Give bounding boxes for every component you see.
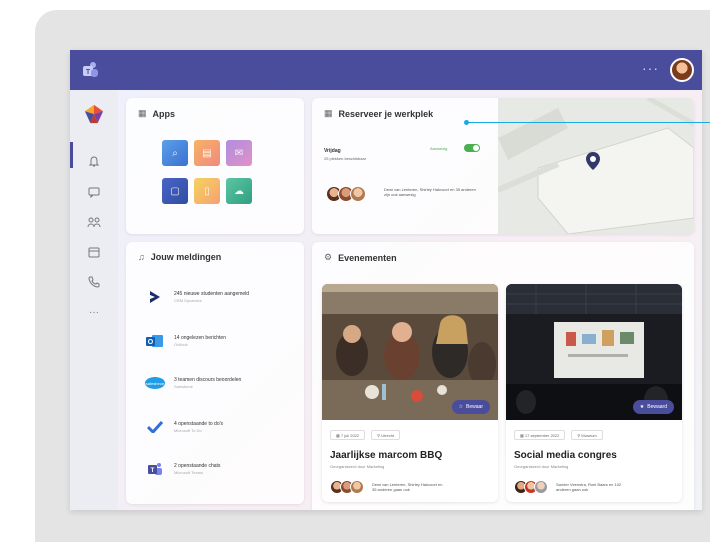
dashboard: ▦ Apps ⌕ ▤ ✉ ▢ ▯ ☁ ▦ Reserveer je werkpl…	[118, 90, 702, 510]
office-map[interactable]	[496, 98, 694, 234]
avatar	[534, 480, 548, 494]
dynamics-icon	[144, 288, 166, 306]
attendees-text: Dewi van Lenteren, Shirley Hakvoort en 3…	[372, 482, 443, 492]
event-date: ▦ 17 september 2022	[514, 430, 566, 440]
title-bar: T ···	[70, 50, 702, 90]
saved-event-button[interactable]: ★ Bewaard	[632, 400, 674, 414]
attendees-text: Sander Veenstra, Roel Baars en 102 ander…	[556, 482, 622, 492]
app-tile-note-icon[interactable]: ▯	[194, 178, 220, 204]
events-gear-icon: ⚙	[324, 252, 333, 262]
app-tile-attachment-icon[interactable]: ⌕	[162, 140, 188, 166]
event-location: ⚲ Museum	[571, 430, 603, 440]
notification-source: Microsoft Teams	[174, 470, 204, 475]
event-title: Social media congres	[514, 450, 617, 461]
salesforce-icon: salesforce	[144, 374, 166, 392]
app-tile-cloud-icon[interactable]: ☁	[226, 178, 252, 204]
bell-icon: ♫	[138, 252, 145, 262]
chat-icon[interactable]	[84, 182, 104, 202]
callout-line	[467, 122, 710, 123]
calls-phone-icon[interactable]	[84, 272, 104, 292]
notification-text: 4 openstaande to do's	[174, 421, 224, 427]
notification-item[interactable]: 4 openstaande to do's Microsoft To Do	[144, 418, 223, 436]
reserve-workspace-card: ▦ Reserveer je werkplek Vrijdag 25 plekk…	[312, 98, 694, 234]
events-title: Evenementen	[338, 252, 397, 263]
app-tile-calendar-icon[interactable]: ▢	[162, 178, 188, 204]
event-date: ▦ 7 juli 2022	[330, 430, 366, 440]
apps-card: ▦ Apps ⌕ ▤ ✉ ▢ ▯ ☁	[126, 98, 304, 234]
app-tile-mail-icon[interactable]: ✉	[226, 140, 252, 166]
notification-item[interactable]: T 2 openstaande chats Microsoft Teams	[144, 460, 220, 478]
notification-source: Microsoft To Do	[174, 428, 202, 433]
event-organizer: Georganiseerd door Marketing	[330, 464, 385, 469]
event-organizer: Georganiseerd door Marketing	[514, 464, 569, 469]
teams-window: T ··· ··· ▦ Apps ⌕ ▤ ✉ ▢ ▯ ☁ ▦ Reserveer…	[70, 50, 702, 510]
svg-text:T: T	[151, 468, 155, 474]
event-location: ⚲ Utrecht	[371, 430, 401, 440]
svg-text:salesforce: salesforce	[146, 381, 165, 386]
notification-source: Salesforce	[174, 384, 193, 389]
svg-text:O: O	[148, 339, 154, 346]
event-card[interactable]: ☆ Bewaar ▦ 7 juli 2022 ⚲ Utrecht Jaarlij…	[322, 284, 498, 502]
avatar	[350, 186, 366, 202]
toggle-label: Aanwezig	[430, 146, 448, 151]
star-filled-icon: ★	[639, 404, 645, 410]
colleagues-text: Dewi van Lenteren, Shirley Hakvoort en 3…	[384, 187, 476, 197]
more-options-icon[interactable]: ···	[642, 60, 659, 76]
app-rail: ···	[70, 90, 118, 510]
notifications-card: ♫ Jouw meldingen 245 nieuwe studenten aa…	[126, 242, 304, 504]
notification-item[interactable]: salesforce 3 teamen discours beoordelen …	[144, 374, 241, 392]
notification-source: CRM Dynamics	[174, 298, 202, 303]
activity-bell-icon[interactable]	[84, 152, 104, 172]
notification-item[interactable]: 245 nieuwe studenten aangemeld CRM Dynam…	[144, 288, 249, 306]
events-card: ⚙ Evenementen ☆ Bewaar ▦ 7 juli 2022 ⚲ U…	[312, 242, 694, 510]
notification-source: Outlook	[174, 342, 188, 347]
notification-text: 245 nieuwe studenten aangemeld	[174, 291, 250, 297]
event-title: Jaarlijkse marcom BBQ	[330, 450, 443, 461]
notification-text: 2 openstaande chats	[174, 463, 221, 469]
notification-item[interactable]: O 14 ongelezen berichten Outlook	[144, 332, 226, 350]
teams-icon[interactable]	[84, 212, 104, 232]
save-event-button[interactable]: ☆ Bewaar	[451, 400, 490, 414]
todo-check-icon	[144, 418, 166, 436]
app-tile-document-icon[interactable]: ▤	[194, 140, 220, 166]
calendar-icon[interactable]	[84, 242, 104, 262]
apps-grid-icon: ▦	[138, 108, 147, 118]
notification-text: 3 teamen discours beoordelen	[174, 377, 242, 383]
colleague-avatars	[326, 186, 366, 202]
more-apps-icon[interactable]: ···	[84, 302, 104, 322]
event-card[interactable]: ★ Bewaard ▦ 17 september 2022 ⚲ Museum S…	[506, 284, 682, 502]
avatar	[350, 480, 364, 494]
reserve-day: Vrijdag	[324, 148, 341, 154]
teams-app-icon: T	[144, 460, 166, 478]
reserve-title: Reserveer je werkplek	[338, 108, 434, 119]
notification-text: 14 ongelezen berichten	[174, 335, 226, 341]
location-pin-icon[interactable]	[586, 152, 600, 170]
svg-text:T: T	[86, 69, 91, 76]
apps-title: Apps	[152, 108, 176, 119]
active-indicator	[70, 142, 73, 168]
star-icon: ☆	[458, 404, 464, 410]
reserve-places: 25 plekken beschikbaar	[324, 156, 367, 161]
home-logo-icon[interactable]	[84, 104, 104, 124]
teams-logo-icon[interactable]: T	[80, 60, 100, 80]
attendance-toggle[interactable]	[464, 144, 480, 152]
outlook-icon: O	[144, 332, 166, 350]
notifications-title: Jouw meldingen	[150, 252, 222, 262]
apps-grid-icon: ▦	[324, 108, 333, 118]
user-avatar[interactable]	[670, 58, 694, 82]
